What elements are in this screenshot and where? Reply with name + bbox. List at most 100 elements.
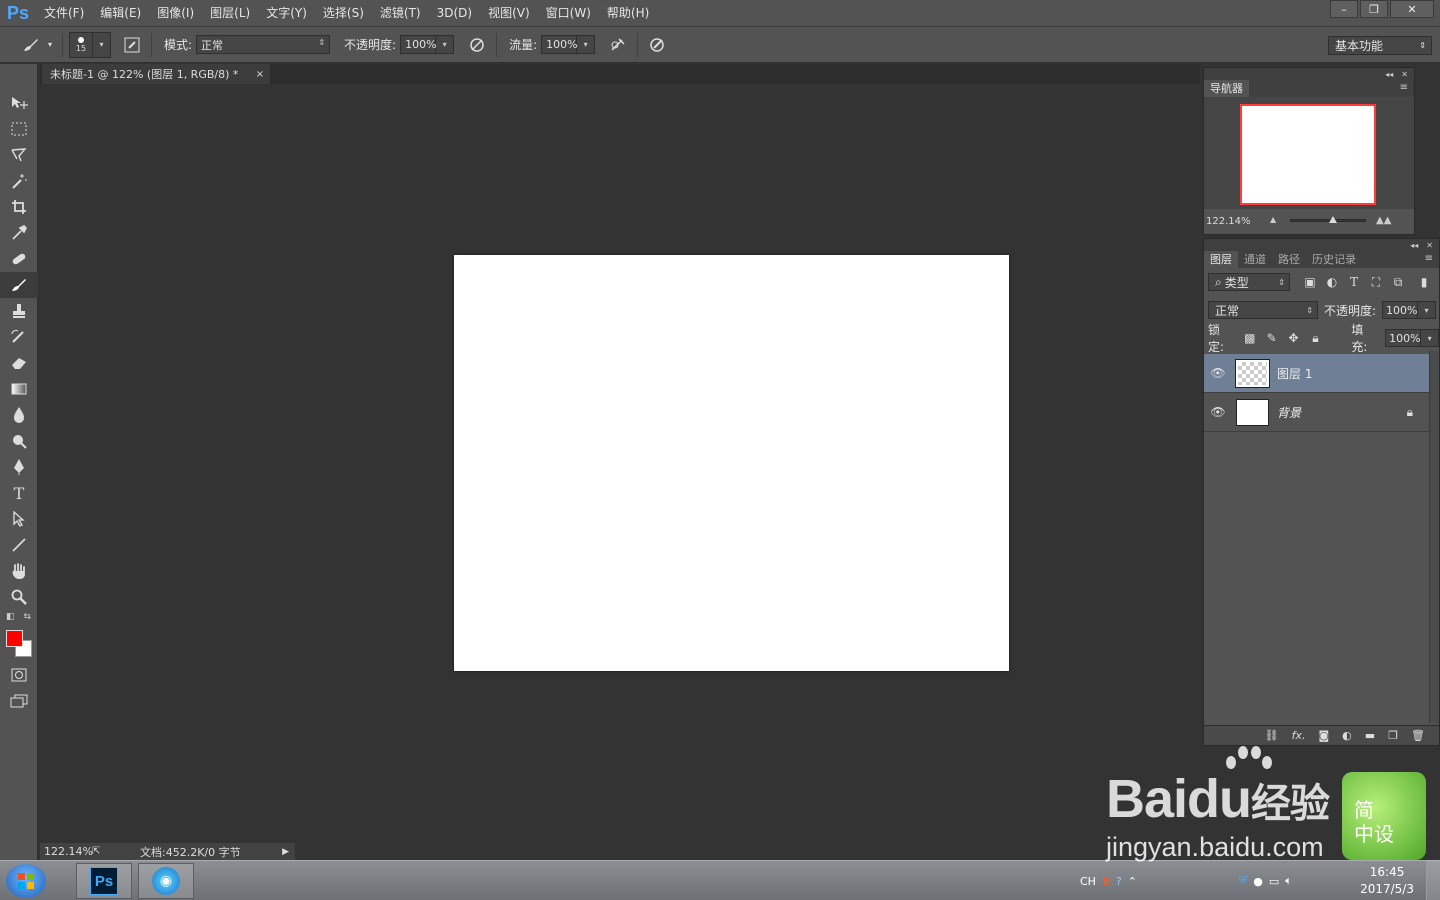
layers-scrollbar[interactable] <box>1429 351 1439 723</box>
play-arrow-icon[interactable]: ▶ <box>282 847 289 857</box>
clone-stamp-tool-icon[interactable] <box>0 298 38 324</box>
crop-tool-icon[interactable] <box>0 194 38 220</box>
layer-row-layer1[interactable]: 👁︎ 图层 1 <box>1204 354 1429 393</box>
brush-tool-icon[interactable] <box>0 272 38 298</box>
close-button[interactable]: ✕ <box>1390 0 1434 18</box>
menu-select[interactable]: 选择(S) <box>315 0 372 27</box>
layer-name[interactable]: 背景 <box>1277 404 1301 421</box>
tab-channels[interactable]: 通道 <box>1238 251 1272 268</box>
default-colors-icon[interactable]: ◧ <box>6 612 15 624</box>
brush-size-picker[interactable]: 15 <box>69 31 93 58</box>
network-icon[interactable]: ▭ <box>1269 875 1279 888</box>
navigator-preview[interactable] <box>1204 97 1414 209</box>
brush-size-dropdown[interactable]: ▾ <box>93 31 111 58</box>
pressure-opacity-icon[interactable] <box>464 33 490 57</box>
lock-transparent-icon[interactable]: ▩ <box>1242 331 1258 345</box>
start-button[interactable] <box>6 864 46 898</box>
swap-colors-icon[interactable]: ⇆ <box>23 612 31 624</box>
flow-dropdown[interactable]: ▾ <box>577 35 596 54</box>
filter-toggle-icon[interactable]: ▮ <box>1416 275 1432 289</box>
menu-3d[interactable]: 3D(D) <box>429 0 480 27</box>
type-tool-icon[interactable]: T <box>0 480 38 506</box>
layer-filter-select[interactable]: ⌕ 类型 ⇕ <box>1208 273 1290 291</box>
filter-type-icon[interactable]: T <box>1346 275 1362 289</box>
lock-all-icon[interactable]: 🔒︎ <box>1307 331 1323 346</box>
new-group-icon[interactable]: ▬ <box>1365 729 1375 742</box>
sogou-icon[interactable]: S <box>1102 875 1110 888</box>
volume-icon[interactable]: 🔈︎ <box>1285 874 1292 888</box>
qq-icon[interactable]: ● <box>1253 875 1263 888</box>
navigator-zoom-value[interactable]: 122.14% <box>1206 216 1251 227</box>
path-selection-tool-icon[interactable] <box>0 506 38 532</box>
close-tab-icon[interactable]: × <box>256 69 264 80</box>
shield-icon[interactable]: ⛨ <box>1239 874 1247 888</box>
layer-name[interactable]: 图层 1 <box>1277 365 1312 382</box>
blend-mode-select[interactable]: 正常 ⇕ <box>1208 301 1318 319</box>
menu-layer[interactable]: 图层(L) <box>202 0 258 27</box>
navigator-zoom-slider[interactable] <box>1290 216 1366 223</box>
tab-history[interactable]: 历史记录 <box>1306 251 1362 268</box>
layer-row-background[interactable]: 👁︎ 背景 🔒︎ <box>1204 393 1429 432</box>
fill-input[interactable]: 100% <box>1385 329 1422 347</box>
zoom-tool-icon[interactable] <box>0 584 38 610</box>
filter-pixel-icon[interactable]: ▣ <box>1302 275 1318 289</box>
restore-button[interactable]: ❐ <box>1360 0 1388 18</box>
zoom-out-icon[interactable]: ▲ <box>1270 215 1276 224</box>
workspace-switcher[interactable]: 基本功能 ⇕ <box>1328 36 1432 55</box>
tab-navigator[interactable]: 导航器 <box>1204 80 1249 97</box>
panel-menu-icon[interactable]: ≡ <box>1425 253 1433 264</box>
navigator-view-box[interactable] <box>1240 104 1376 205</box>
history-brush-tool-icon[interactable] <box>0 324 38 350</box>
layer-style-button[interactable]: fx. <box>1292 729 1306 742</box>
new-layer-icon[interactable]: ❐ <box>1388 729 1398 742</box>
lock-position-icon[interactable]: ✥ <box>1286 331 1302 345</box>
zoom-in-icon[interactable]: ▲▲ <box>1376 215 1391 226</box>
blur-tool-icon[interactable] <box>0 402 38 428</box>
menu-window[interactable]: 窗口(W) <box>538 0 599 27</box>
menu-help[interactable]: 帮助(H) <box>599 0 657 27</box>
trash-icon[interactable]: 🗑︎ <box>1411 729 1425 742</box>
document-tab[interactable]: 未标题-1 @ 122% (图层 1, RGB/8) * × <box>42 64 270 84</box>
filter-shape-icon[interactable]: ⛶ <box>1368 275 1384 290</box>
add-mask-icon[interactable]: ◙ <box>1318 729 1329 742</box>
tray-expand-icon[interactable]: ⌃ <box>1128 875 1137 888</box>
screen-mode-icon[interactable] <box>0 688 38 714</box>
opacity-dropdown[interactable]: ▾ <box>436 35 455 54</box>
brush-preset-icon[interactable] <box>18 33 44 57</box>
taskbar-photoshop[interactable]: Ps <box>76 863 132 899</box>
healing-brush-tool-icon[interactable] <box>0 246 38 272</box>
menu-file[interactable]: 文件(F) <box>36 0 92 27</box>
tab-paths[interactable]: 路径 <box>1272 251 1306 268</box>
collapse-panel-icon[interactable]: ◂◂ <box>1385 70 1393 79</box>
flow-input[interactable]: 100% <box>541 35 578 54</box>
quick-mask-icon[interactable] <box>0 662 38 688</box>
layer-opacity-input[interactable]: 100% <box>1382 301 1419 319</box>
opacity-input[interactable]: 100% <box>400 35 437 54</box>
airbrush-icon[interactable] <box>605 33 631 57</box>
filter-smart-object-icon[interactable]: ⧉ <box>1390 275 1406 290</box>
collapse-panel-icon[interactable]: ◂◂ <box>1410 241 1418 250</box>
filter-adjustment-icon[interactable]: ◐ <box>1324 275 1340 289</box>
line-tool-icon[interactable] <box>0 532 38 558</box>
document-canvas[interactable] <box>454 255 1009 671</box>
eye-icon[interactable]: 👁︎ <box>1204 405 1232 419</box>
menu-view[interactable]: 视图(V) <box>480 0 538 27</box>
chevron-down-icon[interactable]: ▾ <box>44 33 56 57</box>
lasso-tool-icon[interactable] <box>0 142 38 168</box>
clock[interactable]: 16:45 2017/5/3 <box>1360 864 1414 898</box>
menu-filter[interactable]: 滤镜(T) <box>372 0 429 27</box>
hand-tool-icon[interactable] <box>0 558 38 584</box>
fill-dropdown[interactable]: ▾ <box>1421 329 1440 347</box>
slider-knob[interactable] <box>1329 216 1337 223</box>
close-panel-icon[interactable]: ✕ <box>1426 241 1433 250</box>
menu-type[interactable]: 文字(Y) <box>258 0 315 27</box>
export-icon[interactable]: ⇱ <box>92 846 100 857</box>
gradient-tool-icon[interactable] <box>0 376 38 402</box>
close-panel-icon[interactable]: ✕ <box>1401 70 1408 79</box>
help-icon[interactable]: ? <box>1116 875 1122 888</box>
pressure-size-icon[interactable] <box>644 33 670 57</box>
tab-layers[interactable]: 图层 <box>1204 251 1238 268</box>
foreground-color-swatch[interactable] <box>6 630 23 647</box>
marquee-tool-icon[interactable] <box>0 116 38 142</box>
panel-menu-icon[interactable]: ≡ <box>1400 82 1408 93</box>
